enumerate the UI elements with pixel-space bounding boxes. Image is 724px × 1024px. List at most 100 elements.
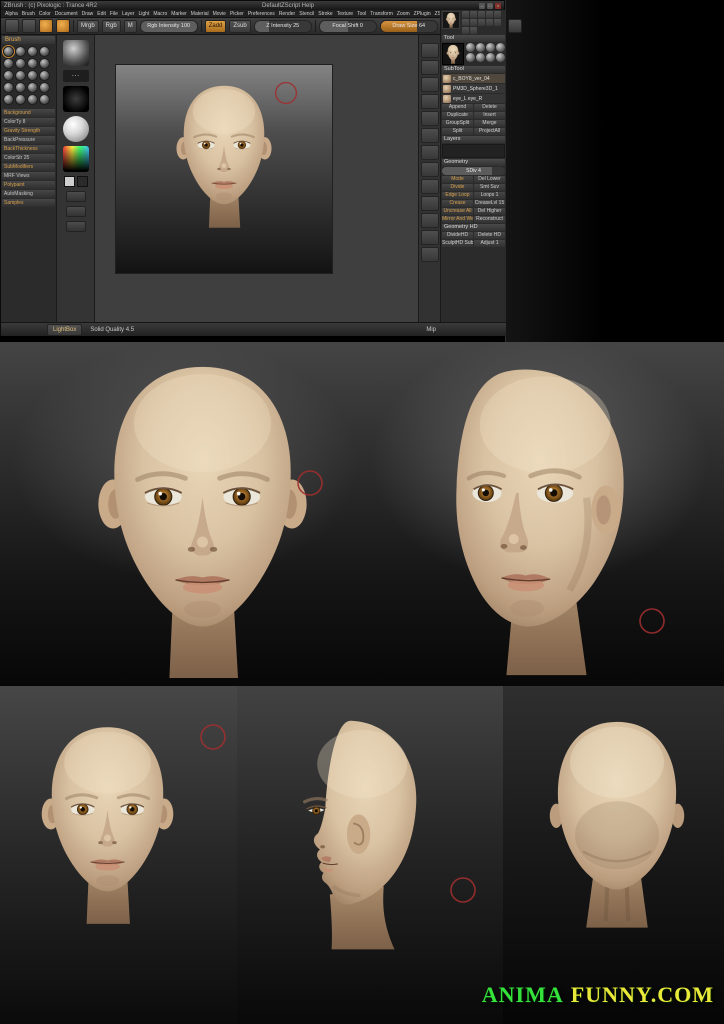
right-shelf-button[interactable] — [421, 145, 439, 160]
subtool-item[interactable]: PM3D_Sphere3D_1 — [442, 84, 505, 93]
tool-thumbnail[interactable] — [476, 53, 485, 62]
geometry-hd-button[interactable]: DivideHD — [442, 232, 473, 239]
dock-icon[interactable] — [462, 11, 469, 18]
active-tool-thumbnail[interactable] — [442, 11, 460, 29]
menu-item[interactable]: Marker — [171, 11, 187, 17]
geometry-button[interactable]: Del Lower — [474, 176, 505, 183]
brush-thumbnail[interactable] — [27, 82, 38, 93]
palette-button[interactable]: Polypaint — [2, 181, 55, 189]
subtool-action-button[interactable]: Delete — [474, 104, 505, 111]
subtool-item[interactable]: eye_L eye_R — [442, 94, 505, 103]
titlebar-right-text[interactable]: DefaultZScript Help — [262, 3, 314, 9]
menu-item[interactable]: Stroke — [318, 11, 332, 17]
rgb-intensity-slider[interactable]: Rgb Intensity 100 — [140, 20, 198, 33]
dock-icon[interactable] — [494, 19, 501, 26]
menu-item[interactable]: Edit — [97, 11, 106, 17]
menu-item[interactable]: Tool — [357, 11, 366, 17]
menu-item[interactable]: Document — [55, 11, 78, 17]
menu-item[interactable]: Brush — [22, 11, 35, 17]
dock-icon[interactable] — [478, 11, 485, 18]
geometry-section-header[interactable]: Geometry — [442, 159, 505, 166]
dock-icon[interactable] — [462, 27, 469, 34]
geometry-button[interactable]: Del Higher — [474, 208, 505, 215]
geometry-button[interactable]: Mirror And Weld — [442, 216, 473, 223]
mrgb-button[interactable]: Mrgb — [77, 20, 99, 33]
main-color-swatch[interactable] — [64, 176, 75, 187]
menu-item[interactable]: Transform — [370, 11, 393, 17]
right-shelf-button[interactable] — [421, 77, 439, 92]
zsub-button[interactable]: Zsub — [229, 20, 250, 33]
menu-item[interactable]: Zoom — [397, 11, 410, 17]
brush-palette-header[interactable]: Brush — [2, 36, 55, 44]
current-brush-icon[interactable] — [63, 40, 89, 66]
subtool-action-button[interactable]: Merge — [474, 120, 505, 127]
menu-item[interactable]: Layer — [122, 11, 135, 17]
palette-button[interactable]: SubModifiers — [2, 163, 55, 171]
right-shelf-button[interactable] — [421, 128, 439, 143]
palette-button[interactable]: Background — [2, 109, 55, 117]
shelf-button[interactable] — [66, 221, 86, 232]
dock-icon[interactable] — [486, 11, 493, 18]
geometry-button[interactable]: Uncrease All — [442, 208, 473, 215]
geometry-button[interactable]: Loops 1 — [474, 192, 505, 199]
draw-size-slider[interactable]: Draw Size 64 — [380, 20, 438, 33]
brush-thumbnail[interactable] — [39, 58, 50, 69]
palette-button[interactable]: Samples — [2, 199, 55, 207]
stroke-type-icon[interactable]: ⋯ — [63, 70, 89, 82]
tool-preview-thumbnail[interactable] — [442, 43, 464, 65]
menu-item[interactable]: ZPlugin — [414, 11, 431, 17]
alpha-thumbnail-icon[interactable] — [63, 86, 89, 112]
right-shelf-button[interactable] — [421, 213, 439, 228]
dock-icon[interactable] — [470, 27, 477, 34]
brush-thumbnail[interactable] — [15, 82, 26, 93]
subtool-item[interactable]: c_BOY8_ver_04 — [442, 74, 505, 83]
brush-thumbnail[interactable] — [3, 70, 14, 81]
dock-icon[interactable] — [486, 19, 493, 26]
geometry-button[interactable]: Mode — [442, 176, 473, 183]
dock-icon[interactable] — [462, 19, 469, 26]
sdiv-slider[interactable]: SDiv 4 — [442, 167, 505, 175]
brush-thumbnail[interactable] — [15, 94, 26, 105]
tool-thumbnail[interactable] — [476, 43, 485, 52]
geometry-button[interactable]: Divide — [442, 184, 473, 191]
menu-item[interactable]: Macro — [153, 11, 167, 17]
palette-button[interactable]: BackPressure — [2, 136, 55, 144]
right-shelf-button[interactable] — [421, 60, 439, 75]
subtool-action-button[interactable]: Split — [442, 128, 473, 135]
zadd-button[interactable]: Zadd — [205, 20, 227, 33]
menu-item[interactable]: Movie — [213, 11, 226, 17]
tool-section-header[interactable]: Tool — [442, 35, 505, 42]
layers-section-header[interactable]: Layers — [442, 136, 505, 143]
palette-button[interactable]: AutoMasking — [2, 190, 55, 198]
menu-item[interactable]: Stencil — [299, 11, 314, 17]
geometry-button[interactable]: Reconstruct — [474, 216, 505, 223]
projection-master-icon[interactable] — [39, 19, 53, 33]
menu-item[interactable]: Draw — [82, 11, 94, 17]
color-picker[interactable] — [63, 146, 89, 172]
geometry-button[interactable]: Edge Loop — [442, 192, 473, 199]
tool-thumbnail[interactable] — [486, 43, 495, 52]
shelf-button[interactable] — [66, 206, 86, 217]
brush-thumbnail[interactable] — [3, 46, 14, 57]
brush-thumbnail[interactable] — [15, 58, 26, 69]
menu-item[interactable]: File — [110, 11, 118, 17]
menu-item[interactable]: Texture — [337, 11, 353, 17]
z-intensity-slider[interactable]: Z Intensity 25 — [254, 20, 312, 33]
color-swatches[interactable] — [64, 176, 88, 187]
geometry-button[interactable]: Smt Suv — [474, 184, 505, 191]
shelf-button[interactable] — [66, 191, 86, 202]
lightbox-button[interactable]: LightBox — [47, 324, 82, 336]
stroke-icon[interactable] — [508, 19, 522, 33]
m-button[interactable]: M — [124, 20, 137, 33]
menu-item[interactable]: Light — [138, 11, 149, 17]
canvas-area[interactable] — [95, 35, 418, 322]
right-shelf-button[interactable] — [421, 162, 439, 177]
dock-icon[interactable] — [478, 19, 485, 26]
brush-thumbnail[interactable] — [39, 94, 50, 105]
right-shelf-button[interactable] — [421, 196, 439, 211]
quicksketch-icon[interactable] — [22, 19, 36, 33]
right-shelf-button[interactable] — [421, 43, 439, 58]
edit-mode-icon[interactable] — [56, 19, 70, 33]
brush-thumbnail[interactable] — [39, 70, 50, 81]
palette-button[interactable]: BackThickness — [2, 145, 55, 153]
